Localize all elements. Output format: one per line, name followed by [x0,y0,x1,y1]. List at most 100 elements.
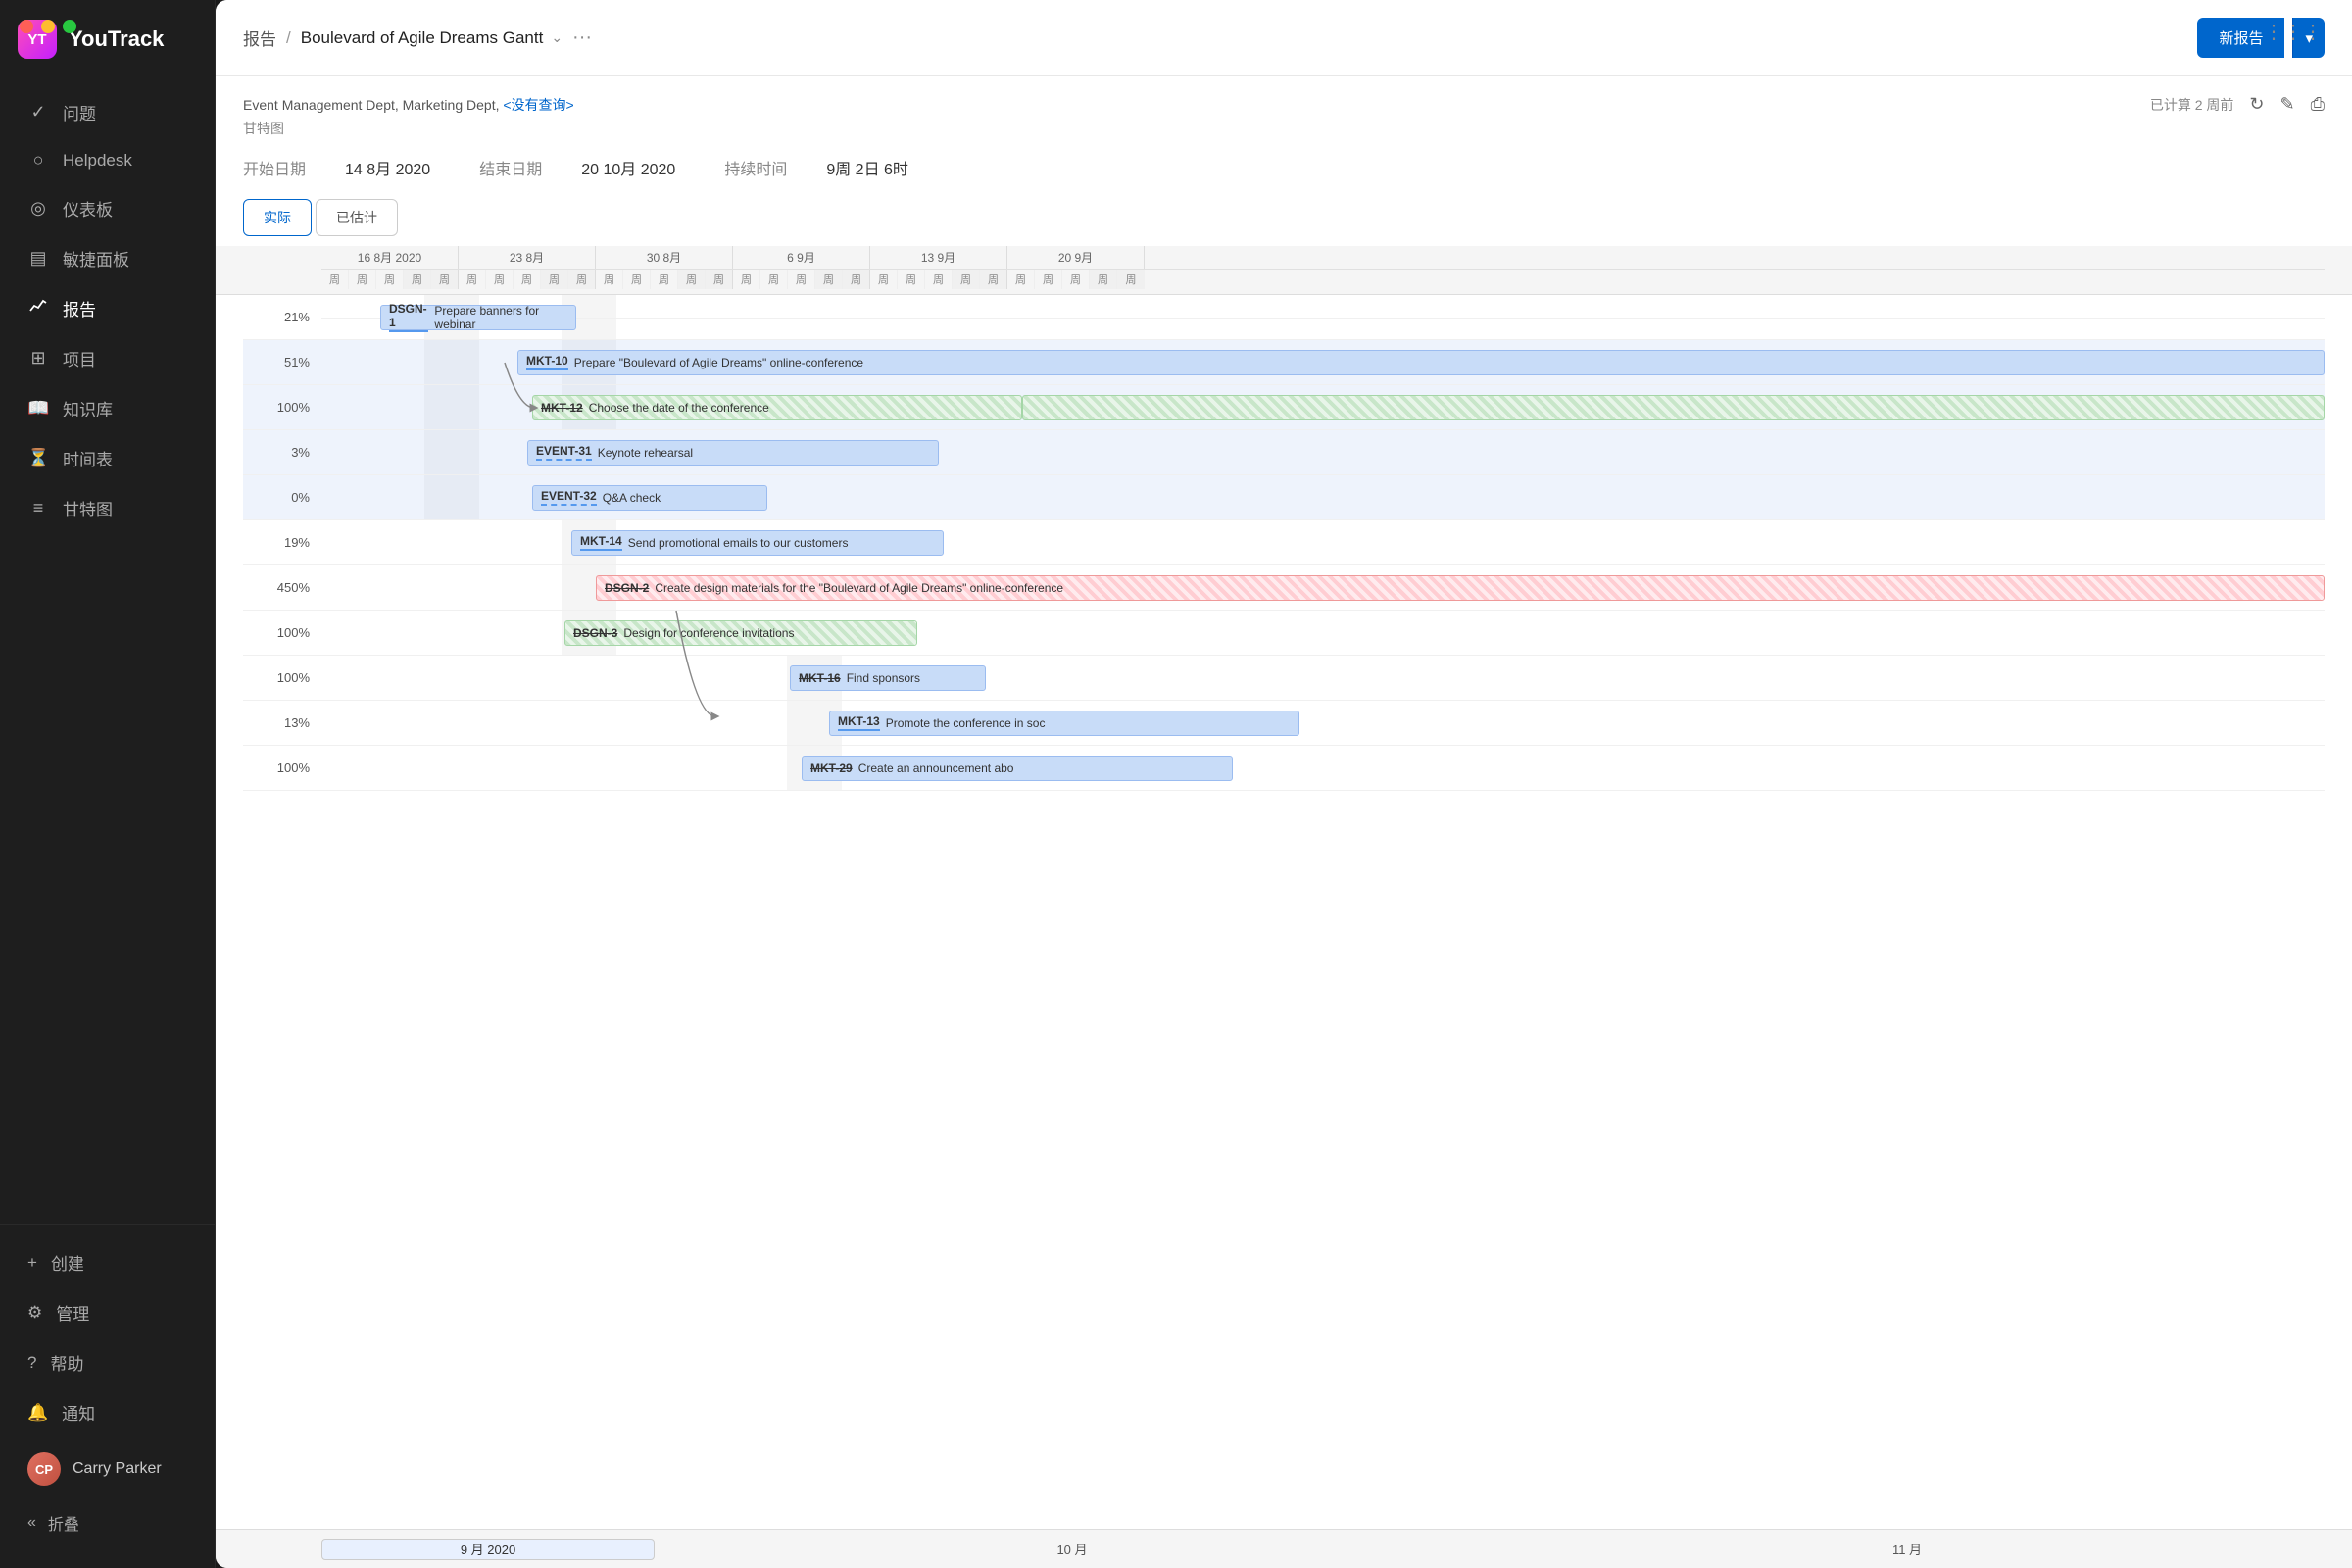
topbar: 报告 / Boulevard of Agile Dreams Gantt ⌄ ·… [216,0,2352,76]
gantt-row-mkt10[interactable]: 51% MKT-10 Prepare "Boulevard of Agile D… [243,340,2325,385]
gantt-row-dsgn1[interactable]: 21% DSGN-1 Prepare banners for webinar [243,295,2325,340]
breadcrumb-sep: / [286,28,291,48]
gantt-row-mkt29[interactable]: 100% MKT-29 Create an announcement abo [243,746,2325,791]
manage-button[interactable]: ⚙ 管理 [8,1289,207,1337]
window-more-icon[interactable]: ⋮⋮⋮ [2264,20,2323,44]
main-content: 报告 / Boulevard of Agile Dreams Gantt ⌄ ·… [216,0,2352,1568]
notify-label: 通知 [62,1400,95,1425]
notify-icon: 🔔 [27,1403,48,1423]
row-percent: 100% [243,400,321,415]
end-label: 结束日期 [479,156,542,179]
breadcrumb-parent[interactable]: 报告 [243,25,276,50]
collapse-sidebar[interactable]: « 折叠 [8,1499,207,1546]
chevron-down-icon[interactable]: ⌄ [551,29,563,46]
gantt-bar-event31[interactable]: EVENT-31 Keynote rehearsal [527,440,939,466]
gantt-row-event31[interactable]: 3% EVENT-31 Keynote rehearsal [243,430,2325,475]
gantt-bar-mkt13[interactable]: MKT-13 Promote the conference in soc [829,710,1299,736]
report-actions: 已计算 2 周前 ↻ ✎ ⎙ [2150,94,2325,115]
sidebar-item-agile[interactable]: ▤ 敏捷面板 [8,234,207,282]
sidebar-item-label: 报告 [63,296,96,320]
sidebar-item-dashboard[interactable]: ◎ 仪表板 [8,184,207,232]
create-button[interactable]: + 创建 [8,1239,207,1287]
gantt-row-dsgn3[interactable]: 100% DSGN-3 Design for conference invita… [243,611,2325,656]
report-meta: Event Management Dept, Marketing Dept, <… [216,76,2352,146]
sidebar-item-issues[interactable]: ✓ 问题 [8,88,207,136]
notify-button[interactable]: 🔔 通知 [8,1389,207,1437]
gantt-row-mkt12[interactable]: 100% MKT-12 Choose the date of the confe… [243,385,2325,430]
more-options-icon[interactable]: ··· [572,26,592,49]
report-name: Boulevard of Agile Dreams Gantt [301,28,544,48]
sidebar-item-gantt[interactable]: ≡ 甘特图 [8,484,207,532]
date-group-4: 6 9月 [733,246,870,269]
gantt-bar-event32[interactable]: EVENT-32 Q&A check [532,485,767,511]
print-icon[interactable]: ⎙ [2311,94,2325,115]
date-group-3: 30 8月 [596,246,733,269]
report-filter: Event Management Dept, Marketing Dept, <… [243,95,574,115]
gantt-bar-mkt16[interactable]: MKT-16 Find sponsors [790,665,986,691]
duration-value: 9周 2日 6时 [826,156,908,179]
manage-icon: ⚙ [27,1303,42,1323]
gantt-bar-dsgn1[interactable]: DSGN-1 Prepare banners for webinar [380,305,576,330]
gantt-icon: ≡ [27,498,49,518]
manage-label: 管理 [56,1300,89,1325]
dashboard-icon: ◎ [27,198,49,219]
sidebar-item-helpdesk[interactable]: ○ Helpdesk [8,138,207,182]
sidebar-item-label: 项目 [63,346,96,370]
gantt-bar-mkt10[interactable]: MKT-10 Prepare "Boulevard of Agile Dream… [517,350,2325,375]
gantt-row-mkt16[interactable]: 100% MKT-16 Find sponsors [243,656,2325,701]
create-label: 创建 [51,1250,84,1275]
sidebar-bottom: + 创建 ⚙ 管理 ? 帮助 🔔 通知 CP Carry Parker « 折叠 [0,1224,215,1568]
sidebar-item-label: 时间表 [63,446,113,470]
row-percent: 100% [243,760,321,775]
sidebar-item-timesheet[interactable]: ⏳ 时间表 [8,434,207,482]
sidebar-item-label: 甘特图 [63,496,113,520]
gantt-row-event32[interactable]: 0% EVENT-32 Q&A check [243,475,2325,520]
filter-depts: Event Management Dept, Marketing Dept, [243,97,503,113]
help-label: 帮助 [50,1350,83,1375]
maximize-button[interactable] [63,20,76,33]
close-button[interactable] [20,20,33,33]
gantt-container: 16 8月 2020 23 8月 30 8月 6 9月 13 9月 20 9月 … [216,246,2352,1568]
gantt-row-dsgn2[interactable]: 450% DSGN-2 Create design materials for … [243,565,2325,611]
sidebar-item-reports[interactable]: 报告 [8,284,207,332]
duration-label: 持续时间 [724,156,787,179]
reports-icon [27,297,49,319]
row-percent: 19% [243,535,321,550]
gantt-row-mkt14[interactable]: 19% MKT-14 Send promotional emails to ou… [243,520,2325,565]
gantt-bar-dsgn3[interactable]: DSGN-3 Design for conference invitations [564,620,917,646]
date-group-2: 23 8月 [459,246,596,269]
tab-estimate[interactable]: 已估计 [316,199,398,236]
help-button[interactable]: ? 帮助 [8,1339,207,1387]
create-icon: + [27,1253,37,1273]
start-value: 14 8月 2020 [345,156,430,179]
edit-icon[interactable]: ✎ [2280,94,2295,115]
gantt-bar-mkt12[interactable]: MKT-12 Choose the date of the conference [532,395,1022,420]
gantt-body: 21% DSGN-1 Prepare banners for webinar [216,295,2352,1529]
date-group-6: 20 9月 [1007,246,1145,269]
gantt-bar-mkt29[interactable]: MKT-29 Create an announcement abo [802,756,1233,781]
filter-query-link[interactable]: <没有查询> [503,97,573,113]
gantt-bar-dsgn2[interactable]: DSGN-2 Create design materials for the "… [596,575,2325,601]
tab-actual[interactable]: 实际 [243,199,312,236]
end-value: 20 10月 2020 [581,156,675,179]
breadcrumb: 报告 / Boulevard of Agile Dreams Gantt ⌄ ·… [243,25,592,50]
gantt-bar-mkt14[interactable]: MKT-14 Send promotional emails to our cu… [571,530,944,556]
agile-icon: ▤ [27,248,49,269]
help-icon: ? [27,1353,36,1373]
sidebar-nav: ✓ 问题 ○ Helpdesk ◎ 仪表板 ▤ 敏捷面板 报告 ⊞ 项目 [0,78,215,1224]
minimize-button[interactable] [41,20,55,33]
row-percent: 0% [243,490,321,505]
sidebar-item-projects[interactable]: ⊞ 项目 [8,334,207,382]
row-percent: 13% [243,715,321,730]
sidebar: YT YouTrack ✓ 问题 ○ Helpdesk ◎ 仪表板 ▤ 敏捷面板… [0,0,216,1568]
row-percent: 21% [243,310,321,324]
gantt-row-mkt13[interactable]: 13% MKT-13 Promote the conference in soc [243,701,2325,746]
report-type: 甘特图 [243,119,2325,138]
timeline-month-sept[interactable]: 9 月 2020 [321,1539,655,1560]
sidebar-item-knowledge[interactable]: 📖 知识库 [8,384,207,432]
sidebar-item-label: 敏捷面板 [63,246,129,270]
timeline-month-nov: 11 月 [1490,1539,2325,1560]
refresh-icon[interactable]: ↻ [2249,94,2264,115]
sidebar-header: YT YouTrack [0,0,215,78]
user-profile[interactable]: CP Carry Parker [8,1439,207,1499]
